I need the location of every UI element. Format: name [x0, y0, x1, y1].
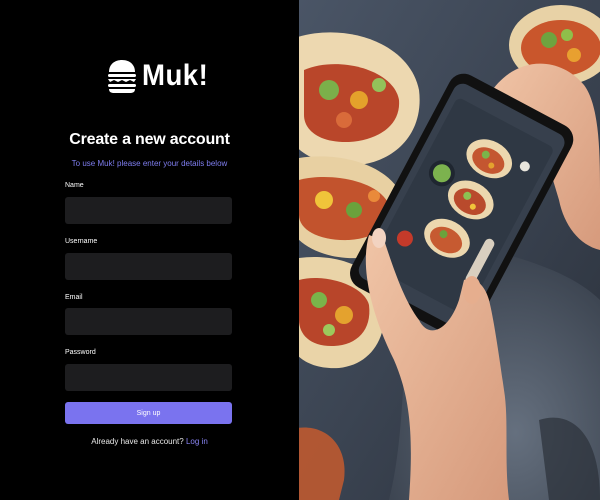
sign-up-button[interactable]: Sign up: [65, 402, 232, 424]
phone-photographing-tacos-image: [299, 0, 600, 500]
password-field[interactable]: [65, 364, 232, 391]
login-link[interactable]: Log in: [186, 437, 208, 446]
brand-name: Muk!: [142, 59, 209, 92]
password-label: Password: [65, 349, 96, 356]
signup-panel: Muk! Create a new account To use Muk! pl…: [0, 0, 299, 500]
hero-image-panel: [299, 0, 600, 500]
brand-logo: Muk!: [106, 56, 214, 96]
burger-icon: [108, 60, 136, 93]
name-label: Name: [65, 182, 84, 189]
username-label: Username: [65, 238, 98, 245]
username-field[interactable]: [65, 253, 232, 280]
email-field[interactable]: [65, 308, 232, 335]
email-label: Email: [65, 294, 83, 301]
page-title: Create a new account: [69, 131, 230, 148]
page-subtitle: To use Muk! please enter your details be…: [71, 159, 228, 168]
name-field[interactable]: [65, 197, 232, 224]
login-prompt-text: Already have an account?: [91, 437, 184, 446]
login-prompt-line: Already have an account? Log in: [0, 437, 299, 446]
